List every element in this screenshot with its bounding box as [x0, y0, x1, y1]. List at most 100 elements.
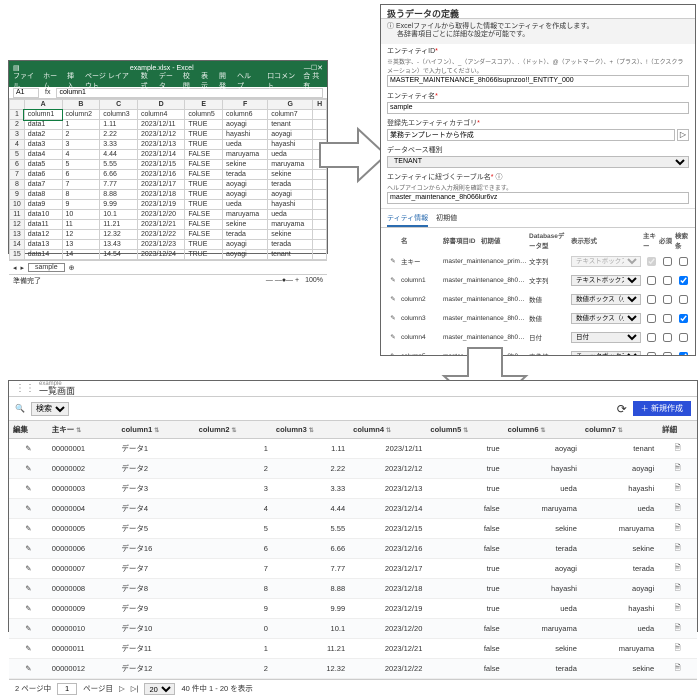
ribbon-tab[interactable]: ヘルプ [237, 71, 255, 91]
req-checkbox[interactable] [663, 295, 672, 304]
page-size-select[interactable]: 20 [144, 683, 175, 695]
pager-page-input[interactable] [57, 683, 77, 695]
tab-init[interactable]: 初期値 [436, 211, 457, 227]
display-select[interactable]: 数値ボックス（小数あり） [571, 313, 641, 324]
detail-icon[interactable]: 🗎 [658, 499, 697, 519]
search-checkbox[interactable] [679, 314, 688, 323]
category-input[interactable] [387, 129, 675, 141]
req-checkbox[interactable] [663, 314, 672, 323]
column-header[interactable]: column1⇅ [117, 421, 194, 439]
reload-icon[interactable]: ⟳ [617, 402, 627, 416]
sheet-tab[interactable]: sample [28, 263, 65, 272]
detail-icon[interactable]: 🗎 [658, 459, 697, 479]
detail-icon[interactable]: 🗎 [658, 659, 697, 679]
edit-icon[interactable]: ✎ [387, 295, 399, 303]
edit-icon[interactable]: ✎ [9, 559, 48, 579]
detail-icon[interactable]: 🗎 [658, 439, 697, 459]
entity-name-input[interactable] [387, 102, 689, 114]
ribbon-tab[interactable]: 表示 [201, 71, 213, 91]
db-type-select[interactable]: TENANT [387, 156, 689, 168]
edit-icon[interactable]: ✎ [9, 619, 48, 639]
pk-checkbox[interactable] [647, 276, 656, 285]
search-checkbox[interactable] [679, 352, 688, 356]
pk-checkbox[interactable] [647, 295, 656, 304]
table-name-input[interactable] [387, 192, 689, 204]
edit-icon[interactable]: ✎ [387, 352, 399, 356]
edit-icon[interactable]: ✎ [9, 499, 48, 519]
ribbon-tab[interactable]: ページ レイアウト [85, 71, 135, 91]
sheet-prev-icon[interactable]: ▸ [21, 264, 25, 272]
column-header[interactable]: column2⇅ [195, 421, 272, 439]
ribbon-tab[interactable]: 校閲 [183, 71, 195, 91]
detail-icon[interactable]: 🗎 [658, 639, 697, 659]
pager-last-icon[interactable]: ▷| [131, 684, 139, 693]
zoom-slider[interactable]: — ⎯⎯●⎯⎯ + [266, 277, 299, 285]
ribbon-action[interactable]: 合 共有 [303, 71, 323, 91]
column-header[interactable]: column6⇅ [504, 421, 581, 439]
ribbon-tab[interactable]: 開発 [219, 71, 231, 91]
column-header[interactable]: column3⇅ [272, 421, 349, 439]
column-header[interactable]: column4⇅ [349, 421, 426, 439]
ribbon-action[interactable]: 口コメント [267, 71, 297, 91]
help-icon[interactable]: ⓘ [495, 174, 502, 181]
display-select[interactable]: 数値ボックス（小数あり） [571, 294, 641, 305]
column-header[interactable]: column5⇅ [426, 421, 503, 439]
detail-icon[interactable]: 🗎 [658, 559, 697, 579]
edit-icon[interactable]: ✎ [9, 539, 48, 559]
edit-icon[interactable]: ✎ [9, 599, 48, 619]
req-checkbox[interactable] [663, 352, 672, 356]
detail-icon[interactable]: 🗎 [658, 579, 697, 599]
edit-icon[interactable]: ✎ [9, 459, 48, 479]
pk-checkbox[interactable] [647, 333, 656, 342]
edit-icon[interactable]: ✎ [9, 639, 48, 659]
sheet-first-icon[interactable]: ◂ [13, 264, 17, 272]
pk-checkbox[interactable] [647, 352, 656, 356]
ribbon-tab[interactable]: データ [159, 71, 177, 91]
edit-icon[interactable]: ✎ [387, 257, 399, 265]
sheet-add-icon[interactable]: ⊕ [69, 264, 75, 272]
search-checkbox[interactable] [679, 333, 688, 342]
display-select[interactable]: 日付 [571, 332, 641, 343]
new-button[interactable]: ＋ 新規作成 [633, 401, 691, 416]
ribbon-tab[interactable]: ホーム [43, 71, 61, 91]
detail-icon[interactable]: 🗎 [658, 539, 697, 559]
edit-icon[interactable]: ✎ [9, 479, 48, 499]
pk-checkbox[interactable] [647, 257, 656, 266]
column-header[interactable]: 詳細 [658, 421, 697, 439]
excel-grid[interactable]: ABCDEFGH1column1column2column3column4col… [9, 99, 327, 260]
edit-icon[interactable]: ✎ [9, 439, 48, 459]
edit-icon[interactable]: ✎ [387, 276, 399, 284]
edit-icon[interactable]: ✎ [387, 314, 399, 322]
edit-icon[interactable]: ✎ [9, 579, 48, 599]
ribbon-tab[interactable]: 数式 [141, 71, 153, 91]
search-icon[interactable]: 🔍 [15, 404, 25, 413]
search-checkbox[interactable] [679, 295, 688, 304]
search-checkbox[interactable] [679, 257, 688, 266]
tab-entity-info[interactable]: ティティ情報 [387, 211, 428, 227]
ribbon-tab[interactable]: 挿入 [67, 71, 79, 91]
ribbon-tab[interactable]: ファイル [13, 71, 37, 91]
edit-icon[interactable]: ✎ [9, 659, 48, 679]
search-checkbox[interactable] [679, 276, 688, 285]
col-name: 主キー [401, 256, 441, 266]
category-picker-icon[interactable]: ▷ [677, 129, 689, 141]
edit-icon[interactable]: ✎ [387, 333, 399, 341]
column-header[interactable]: column7⇅ [581, 421, 658, 439]
entity-id-input[interactable] [387, 75, 689, 87]
req-checkbox[interactable] [663, 276, 672, 285]
detail-icon[interactable]: 🗎 [658, 619, 697, 639]
edit-icon[interactable]: ✎ [9, 519, 48, 539]
req-checkbox[interactable] [663, 333, 672, 342]
display-select[interactable]: チェックボックス [571, 351, 641, 356]
column-header[interactable]: 主キー⇅ [48, 421, 118, 439]
column-header[interactable]: 編集 [9, 421, 48, 439]
pager-next-icon[interactable]: ▷ [119, 684, 125, 693]
detail-icon[interactable]: 🗎 [658, 599, 697, 619]
pk-checkbox[interactable] [647, 314, 656, 323]
search-select[interactable]: 検索 [31, 402, 69, 416]
display-select[interactable]: テキストボックス [571, 275, 641, 286]
display-select[interactable]: テキストボックス [571, 256, 641, 267]
detail-icon[interactable]: 🗎 [658, 519, 697, 539]
req-checkbox[interactable] [663, 257, 672, 266]
detail-icon[interactable]: 🗎 [658, 479, 697, 499]
